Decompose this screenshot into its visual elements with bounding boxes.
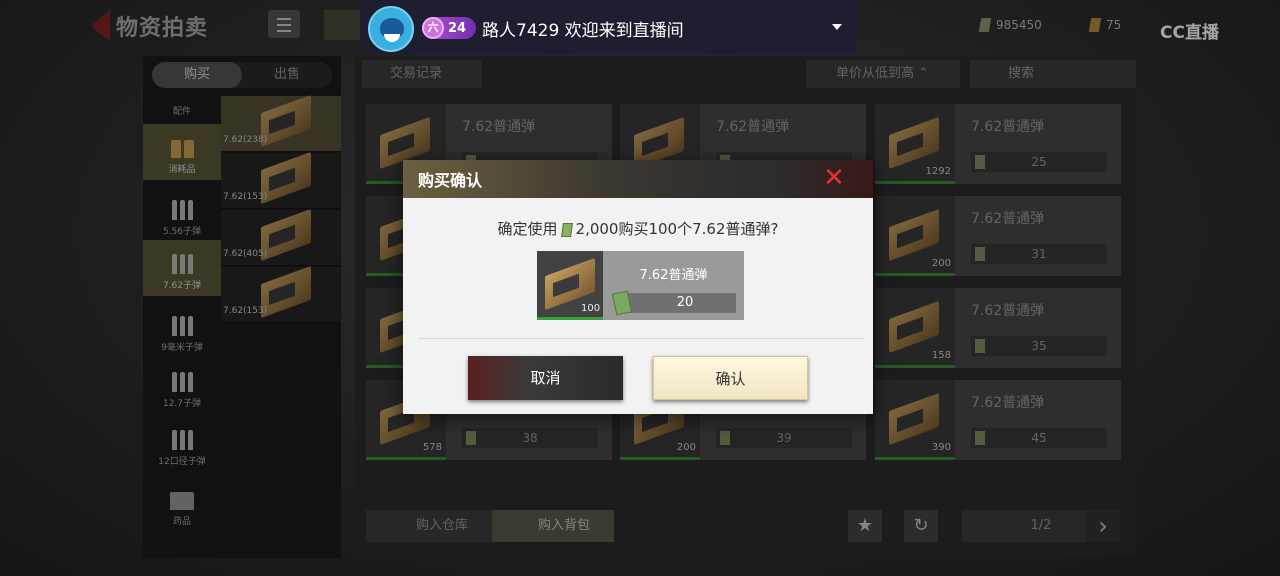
cancel-button[interactable]: 取消 — [468, 356, 623, 400]
welcome-message: 路人7429 欢迎来到直播间 — [482, 16, 684, 41]
chevron-down-icon[interactable] — [832, 24, 842, 30]
level-number: 24 — [448, 20, 467, 36]
message-prefix: 确定使用 — [497, 220, 558, 238]
dialog-message: 确定使用 2,000购买100个7.62普通弹? — [403, 218, 873, 239]
level-icon: 六 — [422, 17, 444, 39]
cash-icon — [560, 222, 573, 237]
divider — [418, 338, 864, 339]
item-count: 100 — [581, 303, 601, 314]
message-amount: 2,000购买100个7.62普通弹? — [575, 220, 779, 238]
close-icon[interactable]: ✕ — [820, 162, 848, 194]
item-name: 7.62普通弹 — [639, 268, 708, 283]
item-price: 20 — [676, 295, 694, 310]
dialog-title: 购买确认 — [418, 171, 483, 190]
welcome-text: 欢迎来到直播间 — [564, 21, 684, 41]
avatar — [368, 6, 414, 52]
level-badge: 六 24 — [422, 17, 476, 39]
username: 路人7429 — [482, 21, 560, 41]
confirm-button[interactable]: 确认 — [653, 356, 808, 400]
